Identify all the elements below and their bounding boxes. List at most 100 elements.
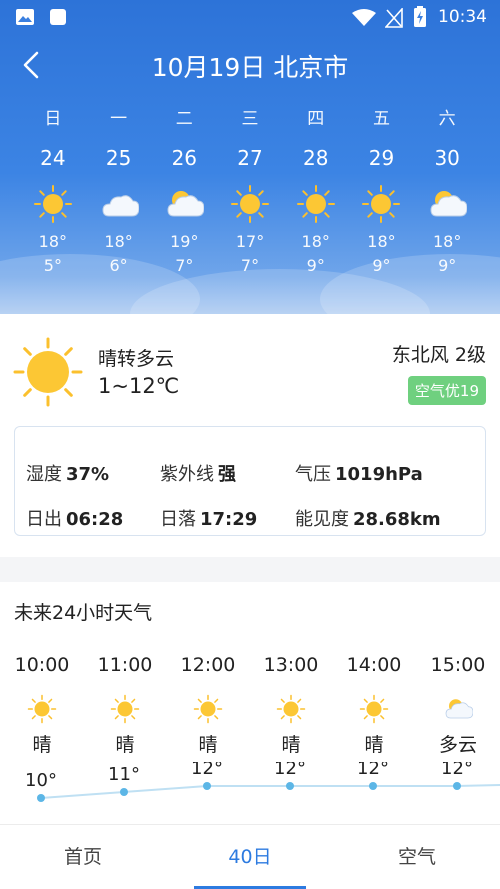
sunrise-item: 日出 06:28	[26, 509, 124, 530]
day-of-week: 日	[44, 109, 62, 129]
hourly-list[interactable]: 10:00 晴 11:00 晴 12:00 晴 13:00 晴 14:00 晴 15:00 多云	[0, 654, 500, 764]
weather-details: 湿度 37% 紫外线强 气压 1019hPa 日出 06:28 日落 17:29 能见度…	[14, 426, 486, 536]
weekly-forecast: 日 24 18° 5° 一 25 18° 6° 二 26 19° 7° 三 27 17° 7° 四 28 18° 9°…	[20, 106, 480, 281]
day-of-week: 六	[438, 109, 456, 129]
day-low-temp: 6°	[109, 256, 128, 275]
partly-cloudy-icon	[443, 694, 474, 724]
hourly-item: 12:00 晴	[166, 654, 250, 757]
day-date: 28	[303, 146, 329, 170]
hourly-item: 14:00 晴	[332, 654, 416, 757]
humidity-item: 湿度 37%	[26, 464, 110, 485]
pressure-value: 1019hPa	[335, 464, 423, 485]
day-of-week: 一	[110, 109, 128, 129]
sun-icon	[230, 184, 270, 224]
partly-cloudy-icon	[427, 184, 468, 224]
temp-point	[286, 782, 294, 790]
cloud-icon	[99, 184, 140, 224]
hour-time: 12:00	[180, 654, 236, 676]
sun-icon	[33, 184, 73, 224]
hour-time: 13:00	[263, 654, 319, 676]
sun-icon	[359, 694, 389, 724]
temp-label: 11°	[108, 764, 140, 785]
sun-icon	[361, 184, 401, 224]
header-background: 10:34 10月19日 北京市 日 24 18° 5° 一 25 18° 6° 二 26 19° 7…	[0, 0, 500, 314]
hourly-temp-chart: 10° 11° 12° 12° 12° 12°	[25, 762, 500, 802]
temp-label: 12°	[357, 762, 389, 779]
hour-time: 10:00	[14, 654, 70, 676]
hour-condition: 晴	[115, 734, 135, 756]
day-of-week: 二	[175, 109, 193, 129]
wifi-icon	[352, 9, 376, 26]
temp-label: 12°	[274, 762, 306, 779]
sun-icon	[13, 337, 83, 407]
day-date: 25	[105, 146, 132, 170]
forecast-day[interactable]: 二 26 19° 7°	[151, 106, 217, 281]
image-notification-icon	[16, 9, 34, 25]
partly-cloudy-icon	[164, 184, 205, 224]
temp-point	[203, 782, 211, 790]
pressure-item: 气压 1019hPa	[295, 464, 423, 485]
sun-icon	[296, 184, 336, 224]
day-high-temp: 18°	[38, 232, 68, 251]
battery-charging-icon	[414, 6, 426, 27]
clock-text: 10:34	[438, 7, 487, 27]
visibility-item: 能见度 28.68km	[295, 509, 441, 530]
day-low-temp: 9°	[372, 256, 391, 275]
day-low-temp: 7°	[175, 256, 194, 275]
day-high-temp: 18°	[432, 232, 462, 251]
hourly-card: 未来24小时天气 10:00 晴 11:00 晴 12:00 晴 13:00 晴 14:00 晴 1…	[0, 582, 500, 824]
forecast-day[interactable]: 四 28 18° 9°	[283, 106, 349, 281]
uv-item: 紫外线强	[160, 464, 236, 485]
hour-time: 15:00	[430, 654, 486, 676]
hourly-title: 未来24小时天气	[14, 602, 153, 624]
temp-point	[453, 782, 461, 790]
day-date: 26	[171, 146, 198, 170]
temp-point	[37, 794, 45, 802]
tab-home[interactable]: 首页	[0, 825, 166, 889]
day-high-temp: 18°	[367, 232, 396, 251]
day-high-temp: 17°	[235, 232, 265, 251]
temp-label: 12°	[191, 762, 223, 779]
aqi-badge[interactable]: 空气优19	[407, 376, 486, 405]
hour-time: 11:00	[97, 654, 153, 676]
hourly-item: 10:00 晴	[0, 654, 84, 757]
day-of-week: 三	[241, 109, 259, 129]
sunset-item: 日落 17:29	[160, 509, 258, 530]
wind-info: 东北风 2级	[391, 344, 486, 366]
forecast-day[interactable]: 一 25 18° 6°	[86, 106, 152, 281]
sun-icon	[27, 694, 57, 724]
page-title: 10月19日 北京市	[151, 53, 349, 82]
sun-icon	[193, 694, 223, 724]
tab-40-days[interactable]: 40日	[167, 825, 333, 889]
day-high-temp: 18°	[301, 232, 330, 251]
forecast-day[interactable]: 三 27 17° 7°	[217, 106, 283, 281]
sunset-value: 17:29	[200, 509, 258, 530]
day-of-week: 五	[372, 109, 390, 129]
today-card: 晴转多云 1~12℃ 东北风 2级 空气优19 湿度 37% 紫外线强 气压 101…	[0, 314, 500, 557]
day-date: 24	[40, 146, 66, 170]
hour-condition: 晴	[364, 734, 384, 756]
day-low-temp: 9°	[438, 256, 457, 275]
day-date: 30	[434, 146, 460, 170]
forecast-day[interactable]: 日 24 18° 5°	[20, 106, 86, 281]
hourly-item: 13:00 晴	[249, 654, 333, 757]
today-temp-range: 1~12℃	[98, 374, 180, 398]
tab-air[interactable]: 空气	[334, 825, 500, 889]
day-low-temp: 7°	[240, 256, 260, 275]
forecast-day[interactable]: 五 29 18° 9°	[349, 106, 415, 281]
day-date: 29	[368, 146, 395, 170]
sunrise-value: 06:28	[66, 509, 124, 530]
day-low-temp: 5°	[43, 256, 62, 275]
sun-icon	[110, 694, 140, 724]
hour-condition: 晴	[198, 734, 218, 756]
sun-icon	[276, 694, 306, 724]
no-signal-icon	[385, 8, 403, 28]
day-high-temp: 18°	[104, 232, 133, 251]
today-condition: 晴转多云	[98, 348, 175, 370]
day-high-temp: 19°	[170, 232, 199, 251]
hourly-item: 15:00 多云	[416, 654, 500, 757]
day-date: 27	[237, 146, 263, 170]
day-low-temp: 9°	[306, 256, 325, 275]
forecast-day[interactable]: 六 30 18° 9°	[414, 106, 480, 281]
temp-line	[40, 784, 500, 799]
